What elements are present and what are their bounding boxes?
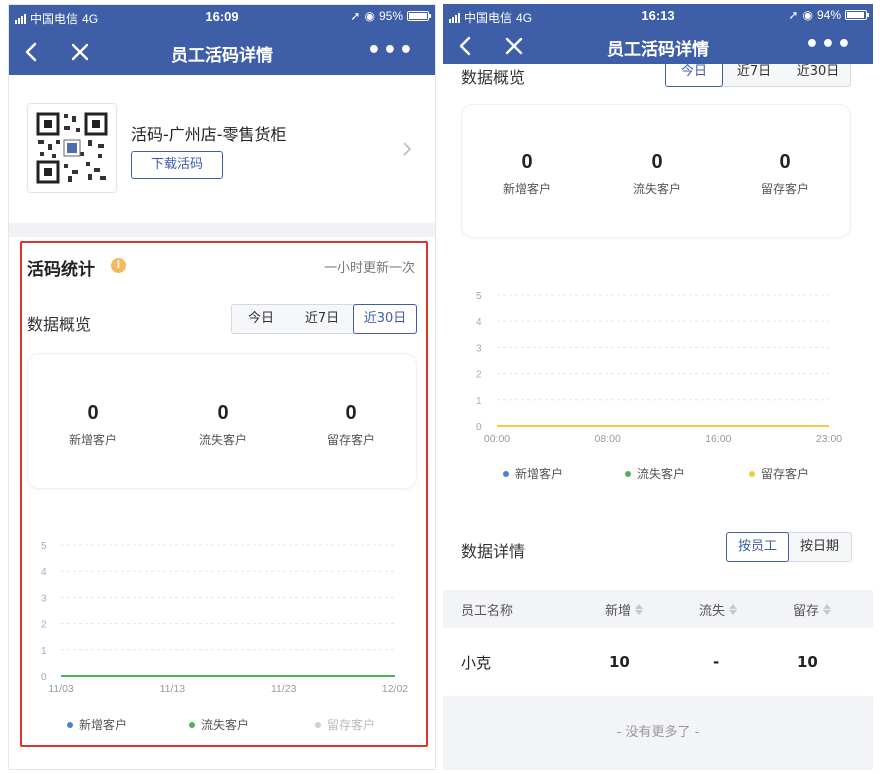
sort-icon[interactable] [635,603,644,615]
y-tick-label: 5 [476,291,482,302]
x-tick-label: 23:00 [816,433,842,445]
chart-legend: 新增客户 流失客户 留存客户 [443,465,873,481]
y-tick-label: 0 [476,422,482,433]
stat-lost: 0 流失客户 [602,151,712,197]
cell-lost: - [713,653,720,671]
qr-code-icon [27,103,117,193]
battery-percent: 94% [816,8,841,22]
highlight-box [20,241,428,747]
location-icon: ➚ [788,8,799,22]
legend-keep[interactable]: 留存客户 [749,465,809,482]
tab-by-employee[interactable]: 按员工 [726,532,789,562]
trend-chart: 0 1 2 3 4 5 00:00 08:00 16:00 23:00 [476,291,842,445]
stat-label: 新增客户 [502,182,551,196]
column-header: 员工名称 [461,603,514,619]
more-menu-icon[interactable]: ••• [805,32,853,57]
x-tick-label: 00:00 [484,433,510,445]
list-end-note: - 没有更多了 - [443,696,873,770]
cell-new: 10 [609,653,630,671]
stat-value: 0 [651,151,663,173]
column-label: 流失 [699,603,726,619]
column-header-new[interactable]: 新增 [605,590,644,628]
sort-icon[interactable] [729,603,738,615]
stat-value: 0 [779,151,791,173]
y-tick-label: 4 [476,317,482,328]
column-label: 新增 [605,603,632,619]
column-header-keep[interactable]: 留存 [793,590,832,628]
tab-by-date[interactable]: 按日期 [788,533,851,561]
alarm-icon: ◉ [364,9,375,23]
status-bar: 中国电信 4G 16:09 ➚ ◉ 95% [9,5,435,29]
right-screen: 数据概览 今日 近7日 近30日 中国电信 4G 16:13 ➚ ◉ 94% 员… [443,4,873,770]
x-tick-label: 16:00 [705,433,731,445]
battery-percent: 95% [378,9,403,23]
y-tick-label: 2 [476,370,482,381]
qr-card[interactable]: 活码-广州店-零售货柜 下载活码 [9,75,435,223]
legend-label: 留存客户 [761,467,810,481]
legend-new[interactable]: 新增客户 [503,465,563,482]
sort-icon[interactable] [823,603,832,615]
column-label: 留存 [793,603,820,619]
y-tick-label: 3 [476,343,482,354]
left-screen: 中国电信 4G 16:09 ➚ ◉ 95% 员工活码详情 ••• 活码-广州店-… [8,4,436,770]
detail-mode-selector: 按员工 按日期 [726,532,852,562]
nav-bar: 员工活码详情 ••• [9,29,435,75]
x-tick-label: 08:00 [595,433,621,445]
location-icon: ➚ [350,9,361,23]
cell-name: 小克 [461,653,492,672]
detail-title: 数据详情 [461,542,526,561]
qr-name: 活码-广州店-零售货柜 [131,125,287,144]
y-tick-label: 1 [476,396,482,407]
status-right: ➚ ◉ 94% [788,8,869,22]
status-bar: 中国电信 4G 16:13 ➚ ◉ 94% [443,4,873,28]
stat-label: 留存客户 [760,182,809,196]
cell-keep: 10 [797,653,818,671]
status-right: ➚ ◉ 95% [350,9,431,23]
battery-icon [407,11,431,21]
legend-lost[interactable]: 流失客户 [625,465,685,482]
alarm-icon: ◉ [802,8,813,22]
nav-bar: 员工活码详情 ••• [443,28,873,64]
section-divider [9,223,435,237]
battery-icon [845,10,869,20]
legend-label: 流失客户 [637,467,686,481]
overview-title: 数据概览 [461,68,526,87]
stat-new: 0 新增客户 [472,151,582,197]
download-qr-button[interactable]: 下载活码 [131,151,223,179]
stat-label: 流失客户 [632,182,681,196]
stat-value: 0 [521,151,533,173]
legend-label: 新增客户 [515,467,564,481]
stat-keep: 0 留存客户 [730,151,840,197]
more-menu-icon[interactable]: ••• [367,38,415,63]
chevron-right-icon[interactable] [401,141,413,157]
table-header: 员工名称 新增 流失 留存 [443,590,873,628]
table-row[interactable]: 小克 10 - 10 [443,628,873,696]
column-header-lost[interactable]: 流失 [699,590,738,628]
stats-card: 0 新增客户 0 流失客户 0 留存客户 [461,104,851,238]
